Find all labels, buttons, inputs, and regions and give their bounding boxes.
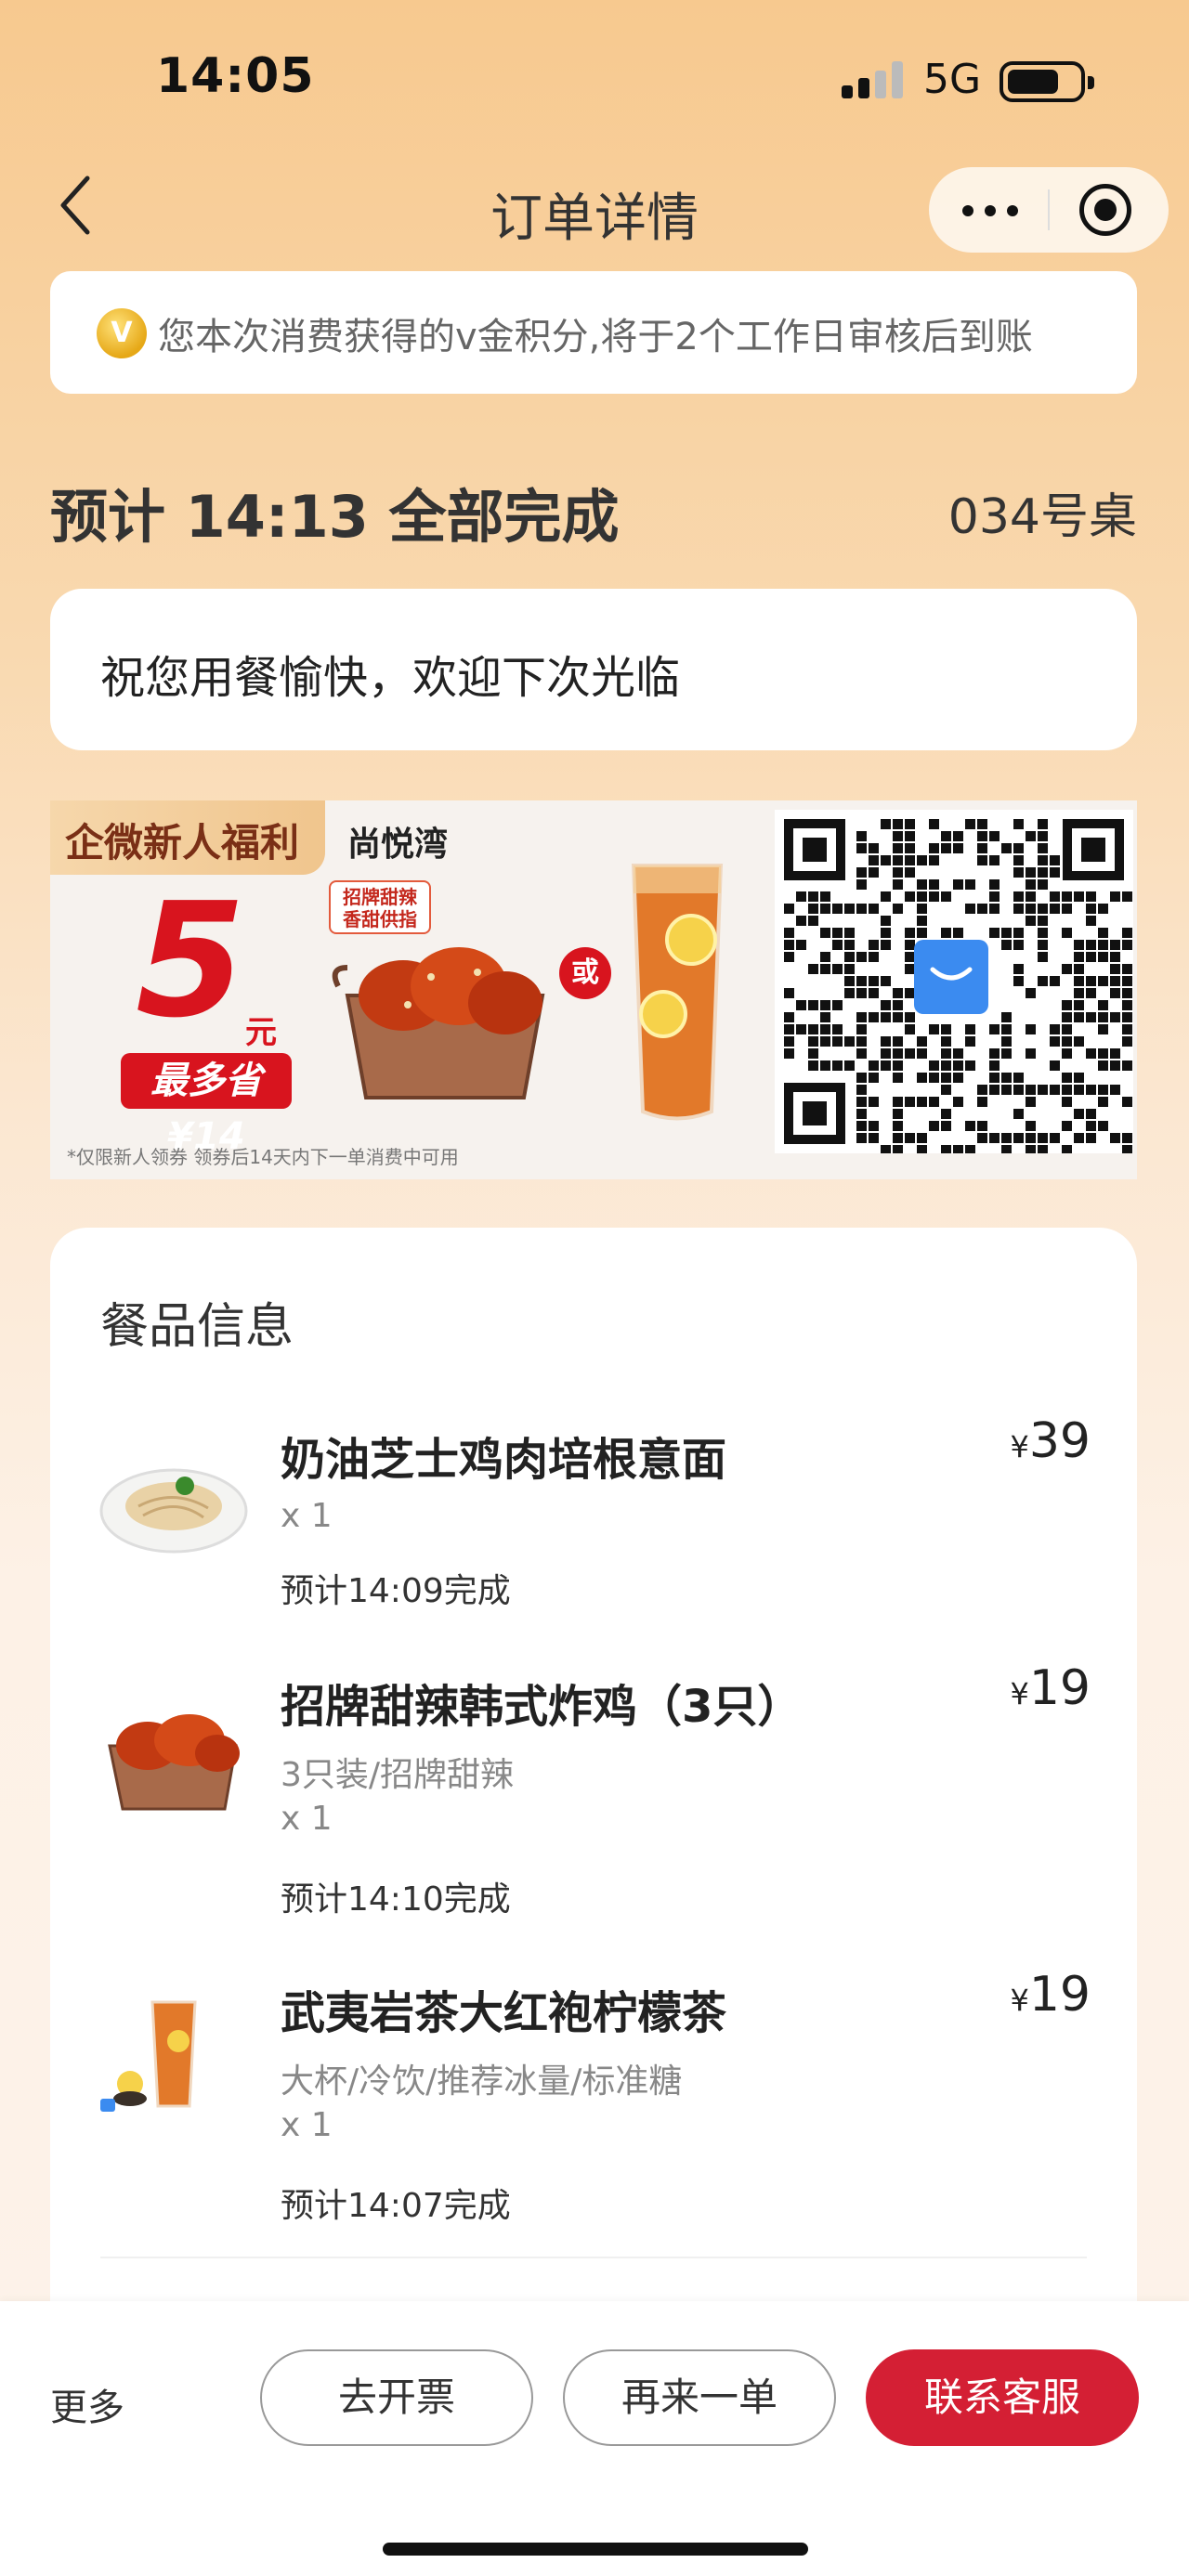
store-name: 尚悦湾	[347, 826, 449, 864]
item-qty: x 1	[281, 1800, 333, 1838]
more-dots-icon[interactable]	[953, 186, 1031, 234]
fried-chicken-icon	[108, 1714, 240, 1811]
item-price-currency: ¥	[1010, 1983, 1029, 2018]
lemon-tea-glass-icon	[631, 864, 724, 1121]
item-name: 招牌甜辣韩式炸鸡（3只）	[281, 1681, 803, 1733]
item-price-currency: ¥	[1010, 1429, 1029, 1464]
contact-service-button[interactable]: 联系客服	[866, 2349, 1139, 2446]
promo-tag: 企微新人福利	[50, 800, 325, 875]
more-link[interactable]: 更多	[50, 2377, 124, 2431]
coupon-amount: 5	[136, 869, 246, 1053]
bottom-action-bar: 更多 去开票 再来一单 联系客服	[0, 2301, 1189, 2576]
mini-program-capsule	[929, 167, 1169, 253]
max-save-badge: 最多省¥14	[121, 1053, 292, 1158]
item-qty: x 1	[281, 1497, 333, 1535]
food-info-title: 餐品信息	[100, 1299, 294, 1355]
item-price-value: 39	[1028, 1413, 1091, 1469]
or-badge: 或	[559, 947, 611, 999]
greeting-text: 祝您用餐愉快，欢迎下次光临	[100, 652, 681, 704]
target-close-icon[interactable]	[1079, 184, 1131, 236]
completion-eta: 预计 14:13 全部完成	[50, 483, 620, 551]
food-info-card: 餐品信息 奶油芝士鸡肉培根意面 x 1 预计14:09完成 ¥39 招牌甜辣韩式…	[50, 1228, 1137, 2305]
item-eta: 预计14:10完成	[281, 1880, 511, 1919]
item-price: ¥39	[1010, 1413, 1091, 1469]
item-price: ¥19	[1010, 1967, 1091, 2023]
promo-sticker: 招牌甜辣 香甜供指	[329, 880, 431, 934]
item-spec: 3只装/招牌甜辣	[281, 1756, 515, 1794]
points-notice: V 您本次消费获得的v金积分,将于2个工作日审核后到账	[50, 271, 1137, 394]
coupon-unit: 元	[245, 1014, 277, 1051]
item-price-currency: ¥	[1010, 1676, 1029, 1711]
item-name: 奶油芝士鸡肉培根意面	[281, 1434, 727, 1486]
home-indicator	[383, 2543, 808, 2556]
capsule-divider	[1048, 189, 1050, 230]
promo-banner[interactable]: 企微新人福利 尚悦湾 5 元 最多省¥14 招牌甜辣 香甜供指 或 *仅限新人领…	[50, 800, 1137, 1179]
battery-icon	[1000, 61, 1094, 102]
invoice-button[interactable]: 去开票	[260, 2349, 533, 2446]
greeting-card: 祝您用餐愉快，欢迎下次光临	[50, 589, 1137, 750]
lemon-tea-icon	[100, 2000, 197, 2112]
item-name: 武夷岩茶大红袍柠檬茶	[281, 1987, 727, 2039]
signal-icon	[842, 61, 905, 98]
fried-chicken-basket-icon	[332, 947, 545, 1099]
item-price-value: 19	[1028, 1660, 1091, 1716]
status-time: 14:05	[156, 48, 315, 104]
v-coin-icon: V	[97, 308, 147, 358]
promo-tag-label: 企微新人福利	[65, 820, 300, 865]
item-price-value: 19	[1028, 1967, 1091, 2023]
card-divider	[100, 2257, 1087, 2258]
qr-code-image[interactable]	[775, 810, 1133, 1153]
promo-sticker-text: 招牌甜辣 香甜供指	[343, 886, 417, 930]
promo-fine-print: *仅限新人领券 领券后14天内下一单消费中可用	[67, 1146, 459, 1168]
item-price: ¥19	[1010, 1660, 1091, 1716]
item-qty: x 1	[281, 2106, 333, 2144]
pasta-plate-icon	[99, 1468, 248, 1554]
item-eta: 预计14:09完成	[281, 1572, 511, 1610]
reorder-button[interactable]: 再来一单	[563, 2349, 836, 2446]
network-label: 5G	[923, 56, 982, 103]
item-spec: 大杯/冷饮/推荐冰量/标准糖	[281, 2062, 683, 2101]
item-eta: 预计14:07完成	[281, 2187, 511, 2225]
points-notice-text: 您本次消费获得的v金积分,将于2个工作日审核后到账	[158, 316, 1033, 358]
table-number: 034号桌	[947, 489, 1137, 545]
